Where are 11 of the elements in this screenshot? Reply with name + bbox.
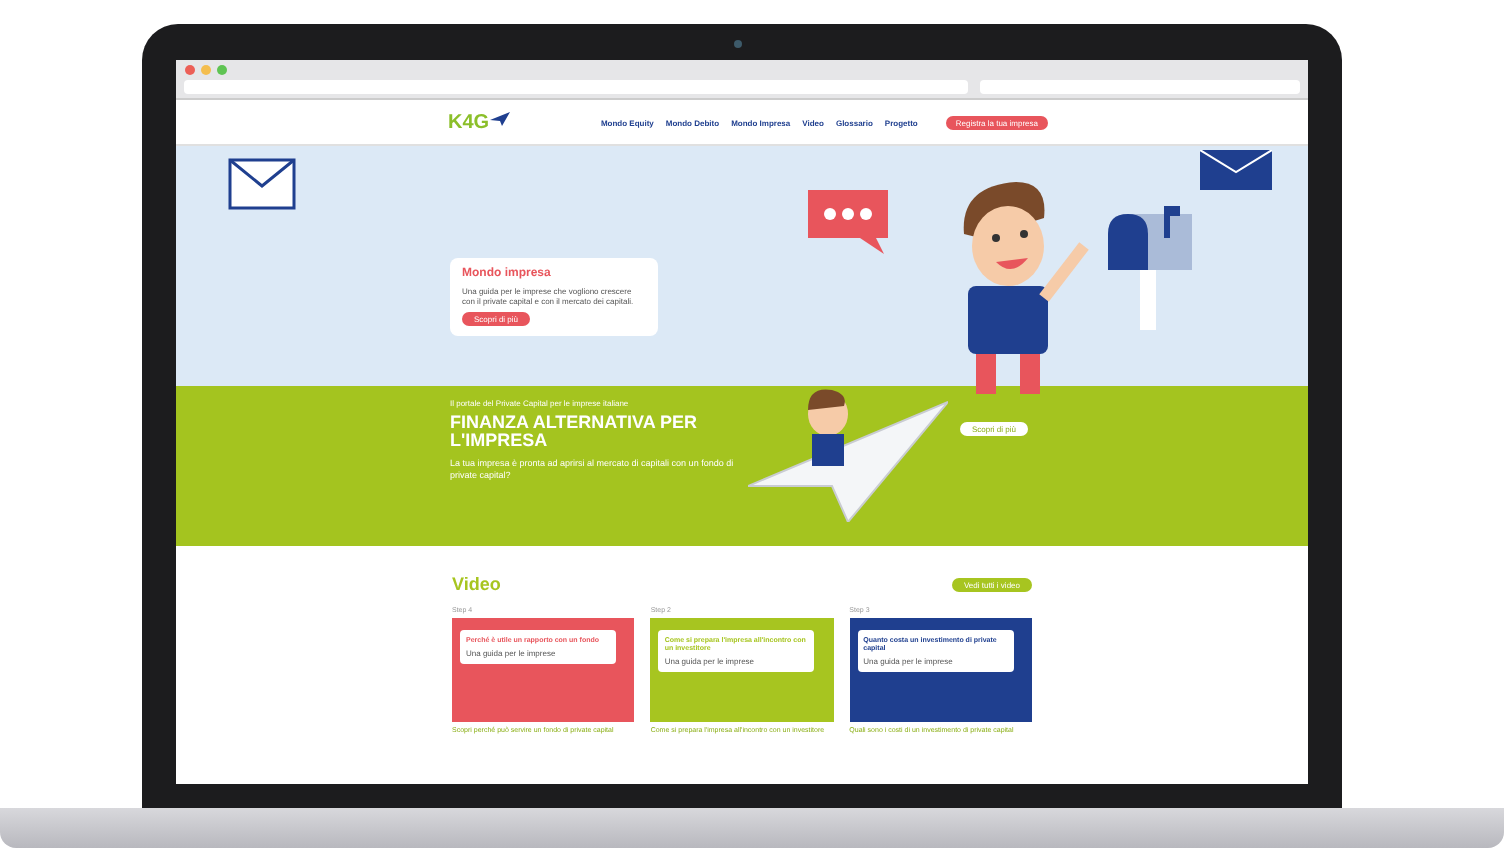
envelope-icon <box>1200 150 1272 190</box>
search-field[interactable] <box>980 80 1300 94</box>
band-title: FINANZA ALTERNATIVA PER L'IMPRESA <box>450 414 699 452</box>
window-controls-icon[interactable] <box>184 64 228 76</box>
paper-plane-icon <box>489 111 510 125</box>
camera-dot <box>734 40 742 48</box>
mailbox-drawing <box>1104 206 1196 330</box>
chat-bubble-icon <box>808 190 888 254</box>
address-field[interactable] <box>184 80 968 94</box>
envelope-icon <box>228 158 296 210</box>
section-title: Video <box>452 574 501 594</box>
